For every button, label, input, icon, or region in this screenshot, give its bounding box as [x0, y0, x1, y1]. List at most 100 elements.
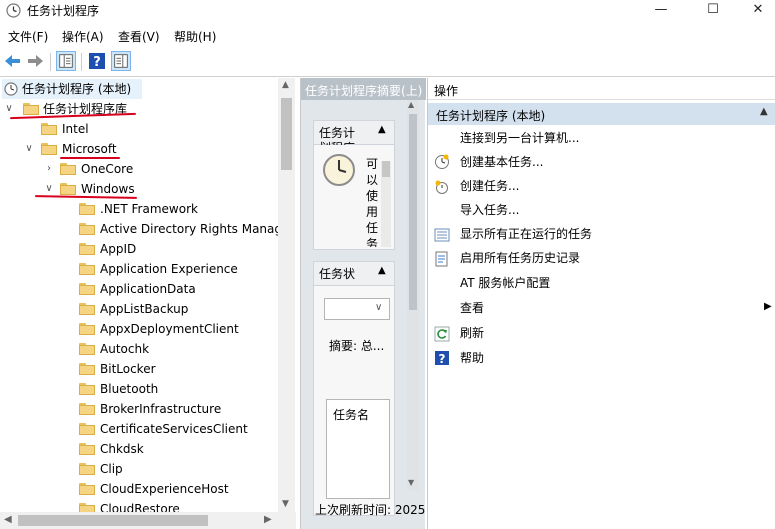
action-import-task[interactable]: 导入任务...	[460, 199, 519, 221]
scroll-down-icon[interactable]: ▼	[408, 478, 414, 487]
menu-bar: 文件(F) 操作(A) 查看(V) 帮助(H)	[0, 26, 775, 46]
annotation-underline	[60, 157, 120, 159]
action-at-service-config[interactable]: AT 服务帐户配置	[460, 272, 550, 294]
panel-header[interactable]: 任务状 ▲	[314, 262, 394, 286]
minimize-button[interactable]: —	[638, 0, 684, 22]
scroll-left-icon[interactable]: ◀	[4, 514, 12, 525]
tree-item-label: Application Experience	[100, 262, 238, 276]
menu-action[interactable]: 操作(A)	[60, 28, 106, 45]
action-refresh[interactable]: 刷新	[460, 322, 484, 344]
actions-header-label: 操作	[434, 84, 459, 98]
scrollbar-thumb[interactable]	[18, 515, 208, 526]
scroll-up-icon[interactable]: ▲	[282, 80, 289, 90]
scroll-right-icon[interactable]: ▶	[264, 514, 272, 525]
submenu-arrow-icon[interactable]: ▶	[764, 301, 772, 312]
folder-icon	[79, 203, 95, 215]
panel-text: 任	[366, 221, 379, 235]
maximize-button[interactable]: ☐	[690, 0, 736, 22]
tree-item-label: BrokerInfrastructure	[100, 402, 222, 416]
tree-item-label: CloudExperienceHost	[100, 482, 229, 496]
tree-item[interactable]: AppID	[0, 239, 278, 259]
action-create-basic-task[interactable]: 创建基本任务...	[460, 151, 543, 173]
close-button[interactable]: ✕	[735, 0, 775, 22]
help-icon[interactable]: ?	[87, 51, 107, 71]
tree-item[interactable]: BrokerInfrastructure	[0, 399, 278, 419]
tree-item-microsoft[interactable]: ∨ Microsoft	[0, 139, 130, 159]
status-filter-select[interactable]: ∨	[324, 298, 390, 320]
tree-item[interactable]: Clip	[0, 459, 278, 479]
tree-item-label: ApplicationData	[100, 282, 196, 296]
chevron-down-icon: ∨	[375, 302, 383, 313]
action-show-running-tasks[interactable]: 显示所有正在运行的任务	[460, 223, 592, 245]
chevron-down-icon[interactable]: ∨	[3, 99, 15, 119]
tree-item[interactable]: AppListBackup	[0, 299, 278, 319]
create-basic-task-icon	[435, 154, 449, 169]
tree-item[interactable]: AppxDeploymentClient	[0, 319, 278, 339]
scroll-down-icon[interactable]: ▼	[282, 499, 289, 509]
task-status-panel: 任务状 ▲ ∨ 摘要: 总... 任务名	[313, 261, 395, 516]
panel-text: 可	[366, 157, 379, 171]
tree-item[interactable]: Active Directory Rights Manage	[0, 219, 278, 239]
action-connect-computer[interactable]: 连接到另一台计算机...	[460, 127, 579, 149]
task-history-icon	[435, 251, 448, 267]
tree-label-onecore: OneCore	[81, 162, 134, 176]
scrollbar-thumb[interactable]	[409, 114, 417, 310]
window-title: 任务计划程序	[27, 4, 100, 18]
tree-item-onecore[interactable]: › OneCore	[0, 159, 140, 179]
tree-item[interactable]: Autochk	[0, 339, 278, 359]
scrollbar-thumb[interactable]	[382, 161, 390, 177]
tree-horizontal-scrollbar[interactable]: ◀ ▶	[0, 512, 296, 529]
show-hide-tree-icon[interactable]	[56, 51, 76, 71]
menu-file[interactable]: 文件(F)	[6, 28, 50, 45]
chevron-down-icon[interactable]: ∨	[23, 139, 35, 159]
action-create-task[interactable]: 创建任务...	[460, 175, 519, 197]
scroll-up-icon[interactable]: ▲	[408, 100, 414, 109]
tree-item[interactable]: Bluetooth	[0, 379, 278, 399]
tree-item[interactable]: BitLocker	[0, 359, 278, 379]
scheduler-overview-panel: 任务计 划程序 ▲ 可 以 使 用 任 务	[313, 120, 395, 250]
task-list[interactable]: 任务名	[326, 399, 390, 499]
summary-scrollbar[interactable]: ▲ ▼	[407, 100, 419, 490]
tree-item-label: BitLocker	[100, 362, 156, 376]
folder-icon	[41, 143, 57, 155]
folder-icon	[41, 123, 57, 135]
tree-item-intel[interactable]: Intel	[0, 119, 120, 139]
action-help[interactable]: 帮助	[460, 347, 484, 369]
panel-header[interactable]: 任务计 划程序 ▲	[314, 121, 394, 145]
tree-item-label: AppListBackup	[100, 302, 189, 316]
panel-text: 务	[366, 237, 379, 247]
back-arrow-icon[interactable]	[3, 51, 23, 71]
action-enable-history[interactable]: 启用所有任务历史记录	[460, 247, 580, 269]
summary-header-label: 任务计划程序摘要(上)	[305, 84, 423, 98]
panel-scrollbar[interactable]	[381, 161, 391, 247]
toolbar-divider	[50, 53, 51, 71]
tree-item-label: Chkdsk	[100, 442, 144, 456]
tree-item[interactable]: Chkdsk	[0, 439, 278, 459]
forward-arrow-icon[interactable]	[25, 51, 45, 71]
folder-icon	[79, 303, 95, 315]
tree-item[interactable]: ApplicationData	[0, 279, 278, 299]
tree-vertical-scrollbar[interactable]: ▲ ▼	[278, 78, 295, 512]
collapse-icon[interactable]: ▲	[760, 106, 768, 117]
menu-help[interactable]: 帮助(H)	[172, 28, 218, 45]
folder-icon	[79, 383, 95, 395]
actions-section-header[interactable]: 任务计划程序 (本地) ▲	[428, 103, 775, 125]
chevron-right-icon[interactable]: ›	[43, 159, 55, 179]
collapse-icon[interactable]: ▲	[378, 265, 386, 276]
tree-item-label: .NET Framework	[100, 202, 198, 216]
tree-item[interactable]: CloudExperienceHost	[0, 479, 278, 499]
tree-item[interactable]: Application Experience	[0, 259, 278, 279]
tree-root-label: 任务计划程序 (本地)	[22, 82, 132, 96]
title-bar: 任务计划程序 — ☐ ✕	[0, 0, 775, 22]
svg-text:?: ?	[439, 352, 446, 366]
action-view[interactable]: 查看	[460, 297, 770, 319]
menu-view[interactable]: 查看(V)	[116, 28, 162, 45]
tree-root[interactable]: 任务计划程序 (本地)	[2, 79, 142, 99]
folder-icon	[60, 183, 76, 195]
clock-icon	[4, 82, 18, 96]
tree-item[interactable]: .NET Framework	[0, 199, 278, 219]
tree-item[interactable]: CertificateServicesClient	[0, 419, 278, 439]
collapse-icon[interactable]: ▲	[378, 124, 386, 135]
show-hide-action-pane-icon[interactable]	[111, 51, 131, 71]
scrollbar-thumb[interactable]	[281, 98, 292, 170]
